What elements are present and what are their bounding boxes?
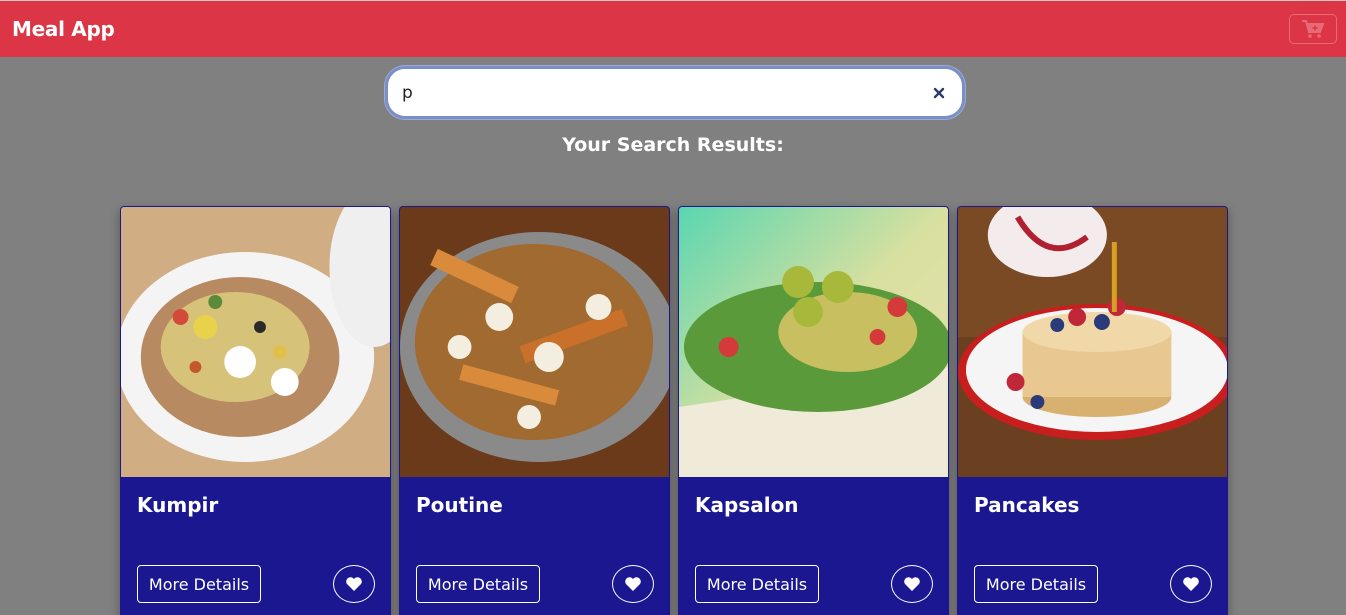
heart-icon: [1183, 577, 1199, 591]
meal-card-list: Kumpir More Details Poutine More Details: [120, 206, 1228, 615]
meal-card: Kumpir More Details: [120, 206, 391, 615]
cart-button[interactable]: [1289, 14, 1337, 44]
heart-icon: [625, 577, 641, 591]
navbar: Meal App: [0, 0, 1346, 57]
results-heading: Your Search Results:: [562, 134, 784, 156]
meal-image: [958, 207, 1227, 477]
meal-title: Kumpir: [137, 493, 219, 517]
meal-card: Pancakes More Details: [957, 206, 1228, 615]
meal-title: Kapsalon: [695, 493, 799, 517]
cart-plus-icon: [1302, 20, 1325, 38]
meal-image: [400, 207, 669, 477]
brand-title[interactable]: Meal App: [12, 17, 115, 41]
meal-card: Kapsalon More Details: [678, 206, 949, 615]
search-box: [385, 66, 965, 119]
more-details-button[interactable]: More Details: [416, 565, 540, 603]
favorite-button[interactable]: [333, 565, 375, 603]
search-input[interactable]: [402, 82, 930, 103]
meal-title: Pancakes: [974, 493, 1080, 517]
meal-image: [121, 207, 390, 477]
more-details-button[interactable]: More Details: [974, 565, 1098, 603]
meal-title: Poutine: [416, 493, 503, 517]
heart-icon: [904, 577, 920, 591]
favorite-button[interactable]: [891, 565, 933, 603]
more-details-button[interactable]: More Details: [137, 565, 261, 603]
more-details-button[interactable]: More Details: [695, 565, 819, 603]
close-icon[interactable]: [930, 84, 948, 102]
favorite-button[interactable]: [612, 565, 654, 603]
favorite-button[interactable]: [1170, 565, 1212, 603]
heart-icon: [346, 577, 362, 591]
meal-card: Poutine More Details: [399, 206, 670, 615]
meal-image: [679, 207, 948, 477]
